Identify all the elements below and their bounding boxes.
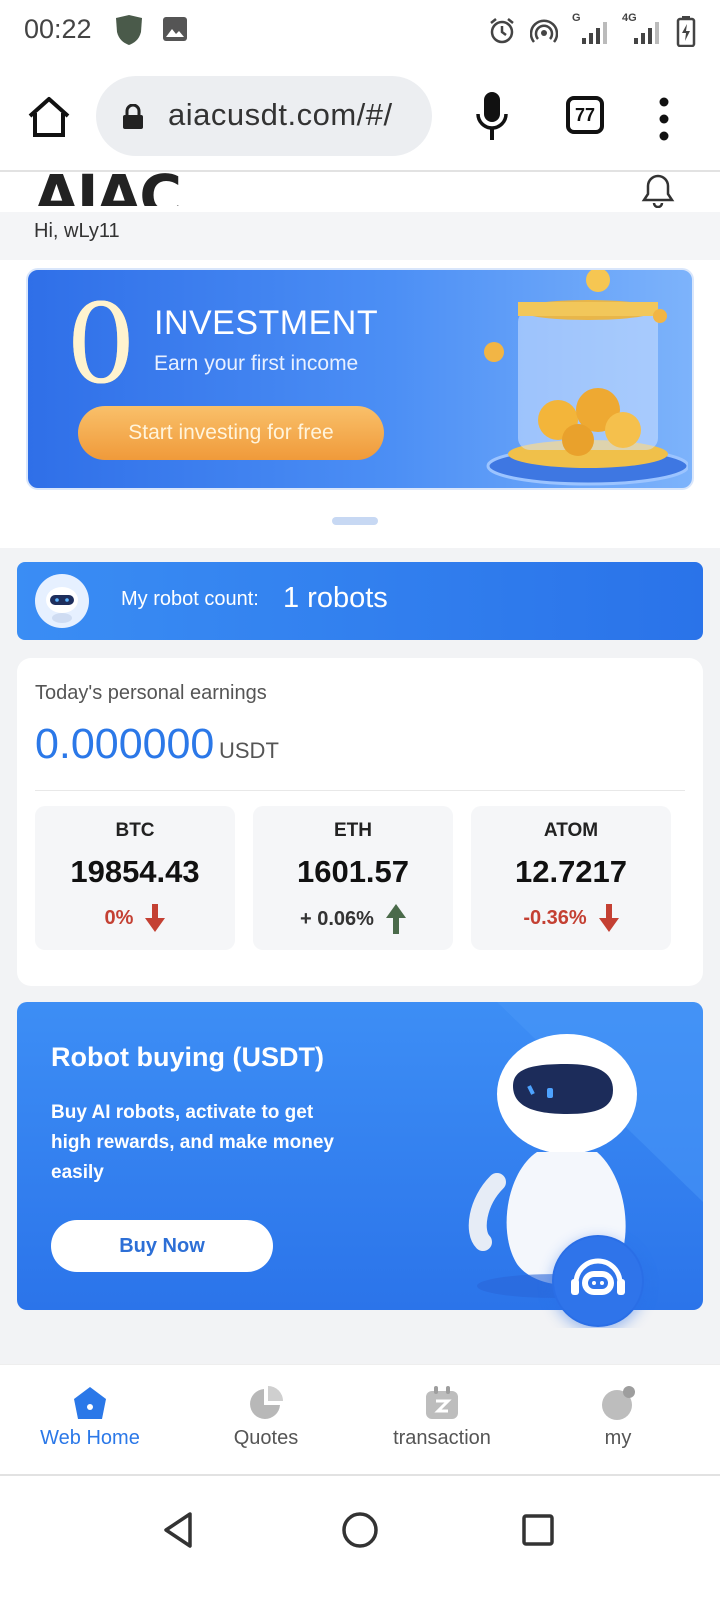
signal-g-icon: G xyxy=(572,12,608,46)
home-icon xyxy=(74,1387,106,1419)
lock-icon xyxy=(123,104,143,129)
more-menu-icon[interactable] xyxy=(654,96,674,142)
gallery-icon xyxy=(163,17,187,41)
coin-symbol: ATOM xyxy=(543,820,599,841)
shield-icon xyxy=(116,15,142,45)
buy-now-button[interactable]: Buy Now xyxy=(51,1220,273,1272)
earnings-card: Today's personal earnings 0.000000 USDT … xyxy=(17,658,703,986)
page-content: AIAC Hi, wLy11 0 INVESTMENT Earn your fi… xyxy=(0,172,720,1364)
coin-change-value: -0.36% xyxy=(523,906,587,929)
coin-symbol: BTC xyxy=(115,820,155,841)
nav-quotes[interactable]: Quotes xyxy=(176,1365,356,1477)
back-icon[interactable] xyxy=(160,1510,196,1550)
carousel-indicator xyxy=(332,517,378,525)
status-right-icons: G 4G xyxy=(488,12,696,48)
coin-symbol: ETH xyxy=(334,820,372,841)
address-bar[interactable]: aiacusdt.com/#/ xyxy=(96,76,432,156)
coin-price: 19854.43 xyxy=(70,854,200,889)
coin-change: -0.36% xyxy=(471,904,671,932)
nav-web-home[interactable]: Web Home xyxy=(0,1365,180,1477)
recents-square-icon[interactable] xyxy=(520,1510,556,1550)
user-icon xyxy=(602,1386,635,1420)
system-navigation-bar xyxy=(0,1476,720,1600)
arrow-down-icon xyxy=(598,904,619,932)
network-label-4g: 4G xyxy=(622,12,637,24)
coin-change: 0% xyxy=(35,904,235,932)
coin-change-value: 0% xyxy=(104,906,134,929)
buy-card-title: Robot buying (USDT) xyxy=(51,1042,324,1072)
customer-support-icon[interactable] xyxy=(552,1235,644,1327)
coin-price: 1601.57 xyxy=(296,854,410,889)
nav-transaction[interactable]: transaction xyxy=(352,1365,532,1477)
pie-chart-icon xyxy=(250,1386,283,1419)
robot-count-bar: My robot count: 1 robots xyxy=(17,562,703,640)
hotspot-icon xyxy=(530,19,558,43)
robot-count-label: My robot count: xyxy=(121,588,259,610)
coin-jar-illustration xyxy=(484,270,688,486)
start-investing-button[interactable]: Start investing for free xyxy=(78,406,384,460)
home-circle-icon[interactable] xyxy=(340,1510,380,1550)
browser-toolbar: aiacusdt.com/#/ 77 xyxy=(0,62,720,172)
robot-count-value: 1 robots xyxy=(283,582,388,614)
nav-label: transaction xyxy=(393,1427,491,1449)
greeting-text: Hi, wLy11 xyxy=(34,220,120,242)
status-bar: 00:22 G 4G xyxy=(0,0,720,62)
banner-big-number: 0 xyxy=(66,280,136,408)
url-text: aiacusdt.com/#/ xyxy=(168,97,393,132)
notification-bell-icon[interactable] xyxy=(636,172,680,208)
nav-label: Quotes xyxy=(233,1427,299,1449)
coin-card-atom[interactable]: ATOM 12.7217 -0.36% xyxy=(471,806,671,950)
buy-card-description: Buy AI robots, activate to get high rewa… xyxy=(51,1102,334,1183)
aiac-logo: AIAC xyxy=(34,172,182,206)
robot-avatar-icon xyxy=(35,574,89,628)
coin-card-btc[interactable]: BTC 19854.43 0% xyxy=(35,806,235,950)
banner-title: INVESTMENT xyxy=(154,304,379,342)
investment-banner[interactable]: 0 INVESTMENT Earn your first income Star… xyxy=(26,268,694,490)
coin-price: 12.7217 xyxy=(514,854,628,889)
arrow-down-icon xyxy=(145,904,166,932)
earnings-title: Today's personal earnings xyxy=(35,682,267,704)
coin-card-eth[interactable]: ETH 1601.57 + 0.06% xyxy=(253,806,453,950)
status-time: 00:22 xyxy=(24,14,92,44)
earnings-unit: USDT xyxy=(219,738,279,763)
microphone-icon[interactable] xyxy=(474,90,510,142)
svg-text:AIAC: AIAC xyxy=(34,172,180,206)
transaction-icon xyxy=(426,1386,458,1419)
nav-my[interactable]: my xyxy=(528,1365,708,1477)
coin-change-value: + 0.06% xyxy=(300,907,374,930)
banner-subtitle: Earn your first income xyxy=(154,352,359,375)
coin-change: + 0.06% xyxy=(253,904,453,934)
tab-switcher-button[interactable]: 77 xyxy=(566,96,604,134)
network-label-g: G xyxy=(572,12,581,24)
home-icon[interactable] xyxy=(26,94,72,140)
bottom-navigation: Web Home Quotes transaction my xyxy=(0,1364,720,1476)
earnings-divider xyxy=(35,790,685,791)
nav-label: Web Home xyxy=(40,1427,140,1449)
battery-icon xyxy=(676,16,696,47)
alarm-icon xyxy=(490,18,514,44)
next-section-peek xyxy=(0,1328,720,1364)
arrow-up-icon xyxy=(385,904,406,934)
nav-label: my xyxy=(604,1427,632,1449)
signal-4g-icon: 4G xyxy=(622,12,662,46)
earnings-amount: 0.000000 xyxy=(35,720,215,768)
